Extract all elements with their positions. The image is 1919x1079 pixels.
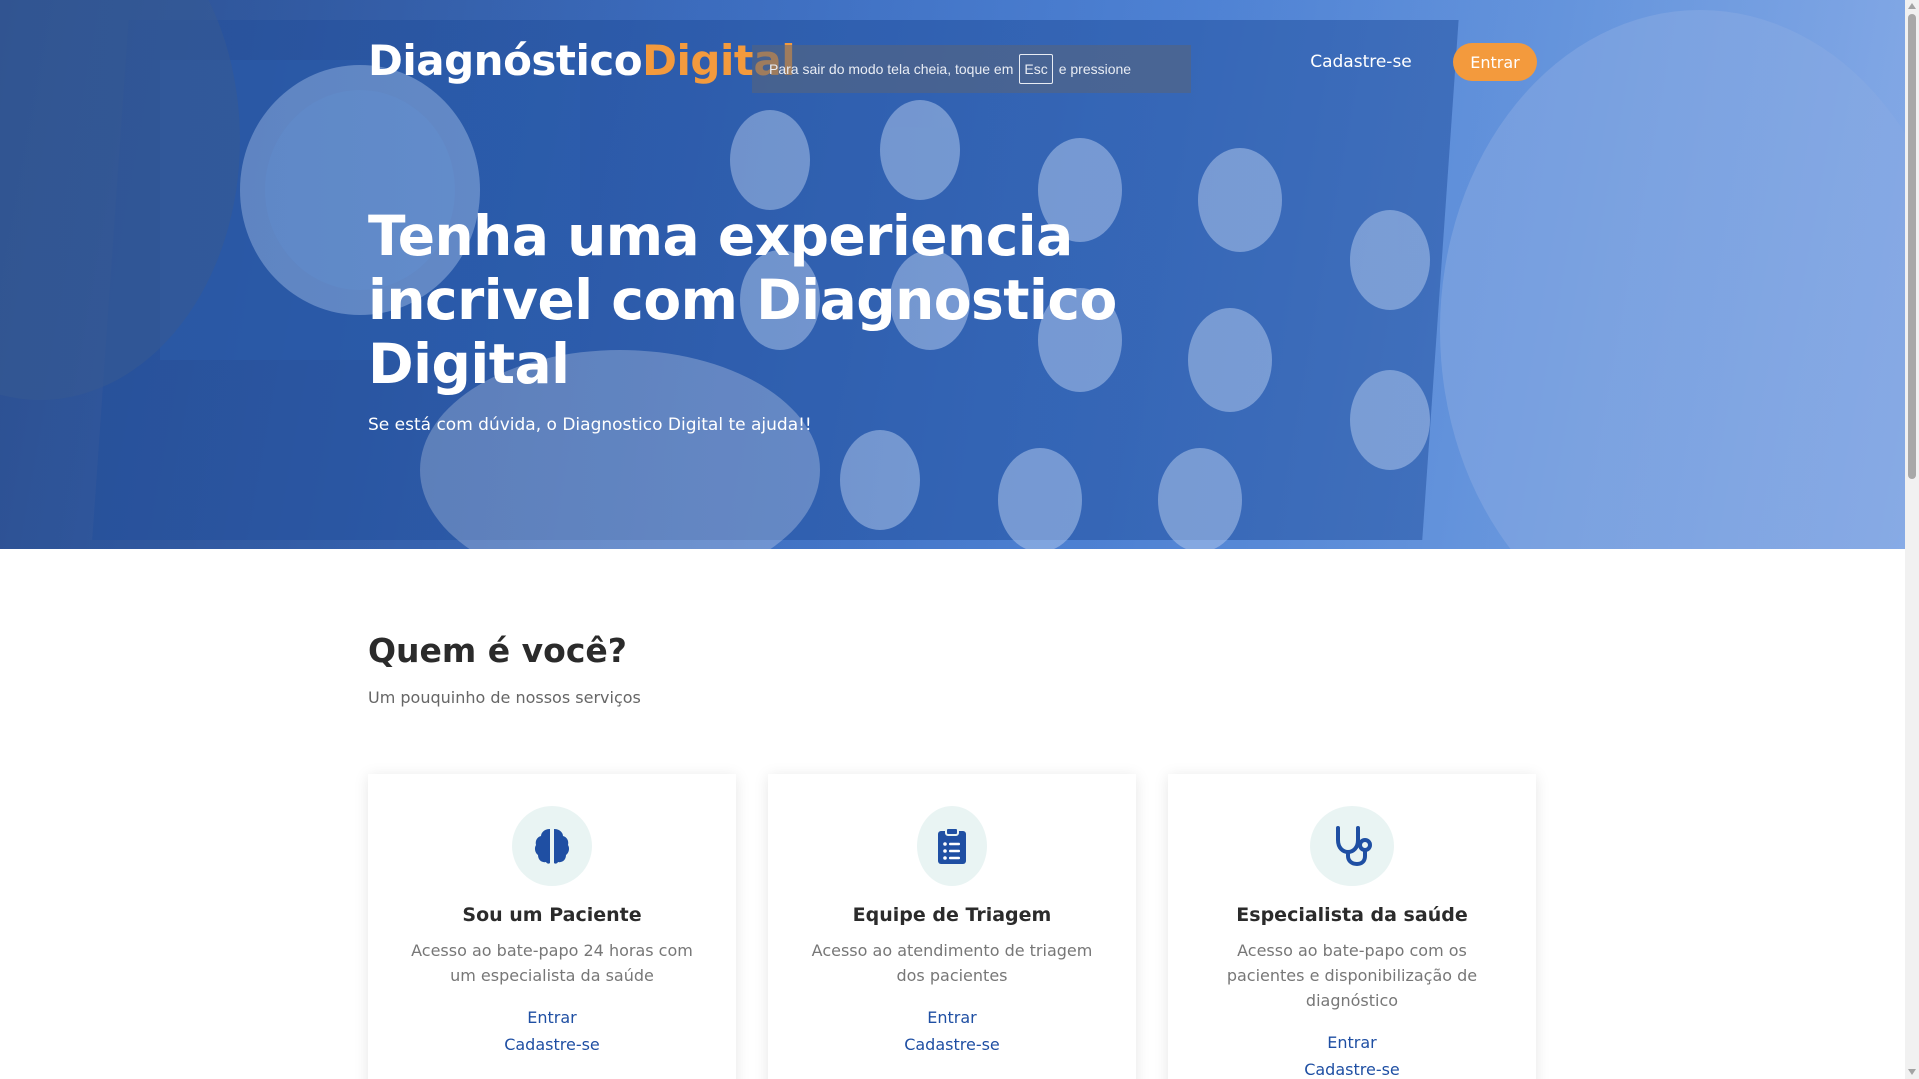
section-title: Quem é você? bbox=[368, 631, 627, 670]
card-title: Sou um Paciente bbox=[462, 904, 642, 926]
card-description: Acesso ao bate-papo com os pacientes e d… bbox=[1226, 941, 1478, 1010]
fullscreen-notice: Para sair do modo tela cheia, toque em E… bbox=[752, 45, 1191, 93]
card-icon-circle bbox=[512, 806, 592, 886]
card-icon-circle bbox=[917, 806, 987, 886]
nav-login-button[interactable]: Entrar bbox=[1453, 43, 1537, 81]
card-description: Acesso ao bate-papo 24 horas com um espe… bbox=[411, 941, 693, 985]
hero-subtitle: Se está com dúvida, o Diagnostico Digita… bbox=[368, 415, 812, 435]
card-signup-link[interactable]: Cadastre-se bbox=[1168, 1058, 1536, 1079]
card-signup-link[interactable]: Cadastre-se bbox=[768, 1033, 1136, 1057]
card-description: Acesso ao atendimento de triagem dos pac… bbox=[811, 941, 1093, 985]
card-login-link[interactable]: Entrar bbox=[368, 1006, 736, 1030]
card-specialist: Especialista da saúde Acesso ao bate-pap… bbox=[1168, 774, 1536, 1079]
scroll-up-arrow[interactable] bbox=[1908, 3, 1916, 9]
card-triage: Equipe de Triagem Acesso ao atendimento … bbox=[768, 774, 1136, 1079]
card-signup-link[interactable]: Cadastre-se bbox=[368, 1033, 736, 1057]
scrollbar-thumb[interactable] bbox=[1908, 14, 1916, 479]
esc-key: Esc bbox=[1019, 54, 1053, 84]
hero-title: Tenha uma experiencia incrivel com Diagn… bbox=[368, 204, 1117, 396]
card-title: Especialista da saúde bbox=[1236, 904, 1468, 926]
card-patient: Sou um Paciente Acesso ao bate-papo 24 h… bbox=[368, 774, 736, 1079]
stethoscope-icon bbox=[1336, 826, 1372, 867]
section-subtitle: Um pouquinho de nossos serviços bbox=[368, 688, 641, 707]
card-login-link[interactable]: Entrar bbox=[1168, 1031, 1536, 1055]
page-scrollbar[interactable] bbox=[1905, 0, 1919, 1079]
brand-logo[interactable]: DiagnósticoDigital bbox=[368, 36, 796, 86]
brand-logo-part1: Diagnóstico bbox=[368, 36, 643, 85]
fullscreen-notice-text-before: Para sair do modo tela cheia, toque em bbox=[769, 61, 1014, 77]
card-icon-circle bbox=[1310, 806, 1394, 886]
nav-signup-link[interactable]: Cadastre-se bbox=[1306, 50, 1416, 74]
card-login-link[interactable]: Entrar bbox=[768, 1006, 1136, 1030]
clipboard-list-icon bbox=[938, 827, 966, 864]
card-title: Equipe de Triagem bbox=[852, 904, 1052, 926]
brain-icon bbox=[534, 829, 570, 864]
fullscreen-notice-text-after: e pressione bbox=[1058, 61, 1132, 77]
scroll-down-arrow[interactable] bbox=[1908, 1069, 1916, 1075]
